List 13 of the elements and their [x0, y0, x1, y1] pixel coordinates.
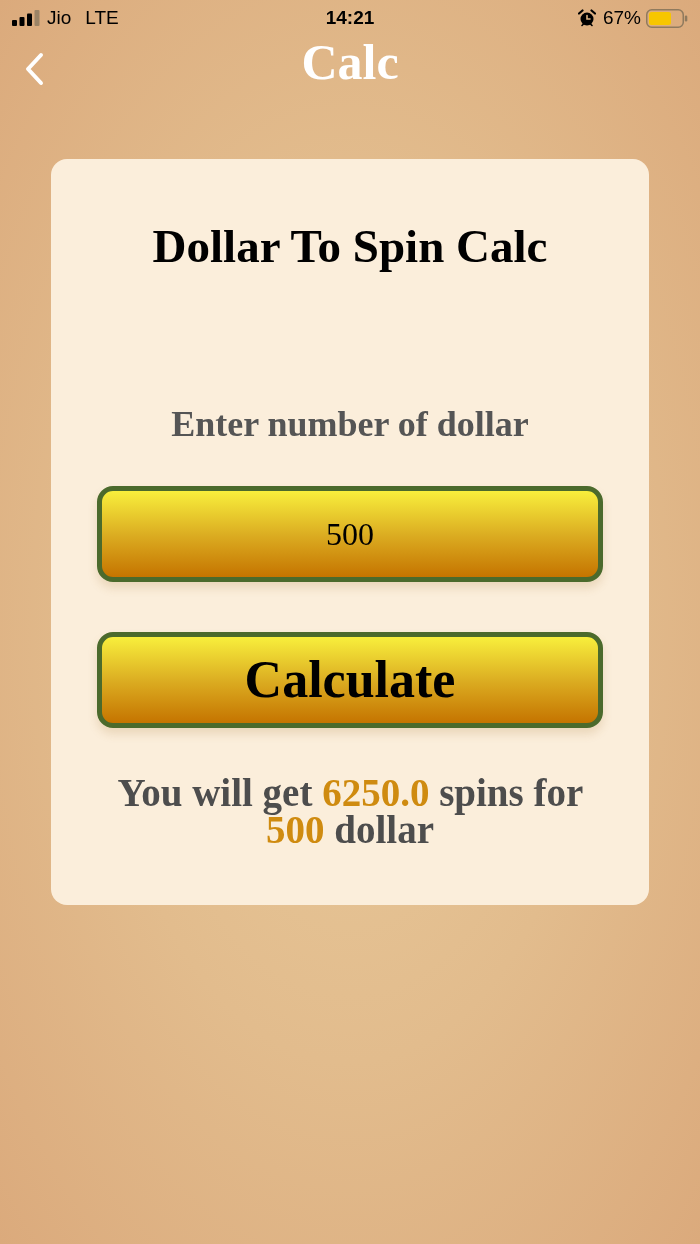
signal-icon — [12, 10, 40, 26]
network-type: LTE — [85, 5, 119, 30]
carrier-name: Jio — [47, 5, 72, 30]
page-title: Calc — [301, 37, 399, 87]
result-text: You will get 6250.0 spins for 500 dollar — [116, 774, 584, 848]
dollar-input-field[interactable]: 500 — [97, 486, 603, 582]
status-time: 14:21 — [325, 5, 375, 30]
battery-percentage: 67% — [603, 5, 641, 30]
battery-icon — [646, 8, 688, 28]
calculator-heading: Dollar To Spin Calc — [152, 219, 548, 274]
calculate-button[interactable]: Calculate — [97, 632, 603, 728]
input-label: Enter number of dollar — [171, 403, 529, 446]
back-chevron-icon — [24, 52, 44, 86]
